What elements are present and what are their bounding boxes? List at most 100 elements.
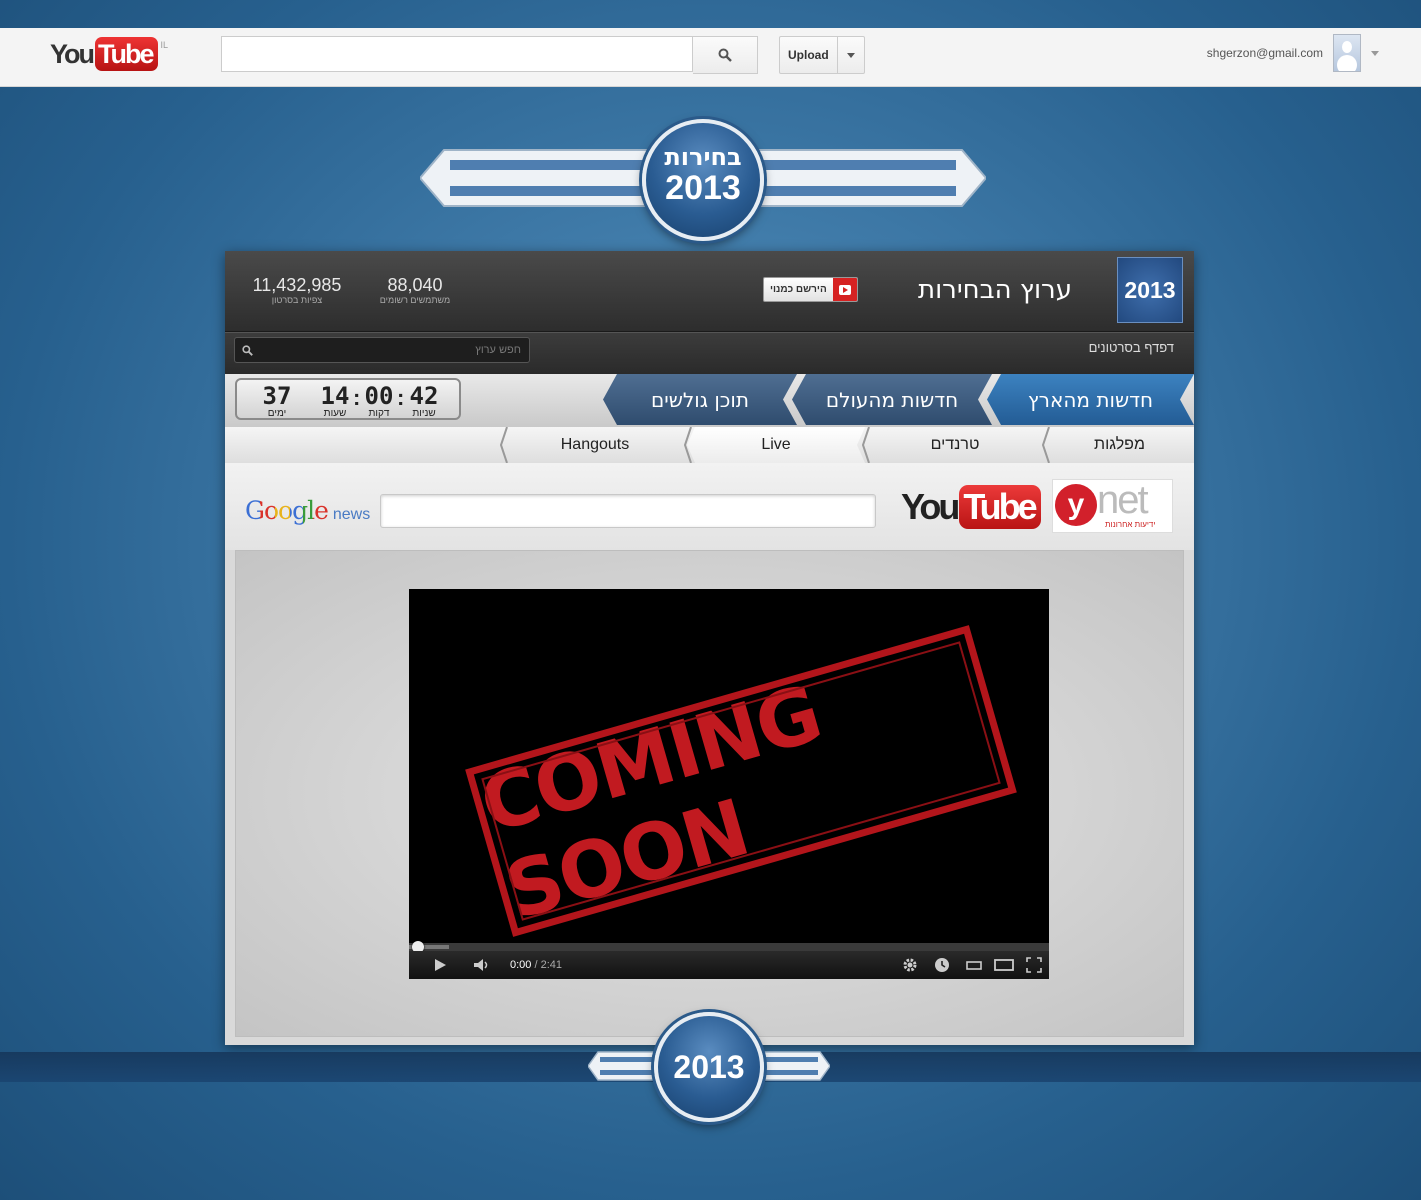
elections-emblem: בחירות 2013 [420, 95, 986, 245]
current-time: 0:00 [510, 959, 532, 971]
google-wordmark: Google [245, 496, 329, 525]
main-nav: 37 ימים 14 שעות : 00 דקות : 42 שניות חדש… [225, 374, 1194, 427]
volume-icon [474, 959, 488, 971]
countdown-seconds-label: שניות [412, 408, 436, 419]
browse-videos-link[interactable]: דפדף בסרטונים [1089, 340, 1174, 355]
tab-local-news[interactable]: חדשות מהארץ [987, 374, 1194, 425]
search-button[interactable] [693, 36, 758, 74]
subscribers-count: 88,040 [387, 275, 443, 295]
upload-button-group: Upload [779, 36, 865, 74]
player-controls: 0:00 / 2:41 [409, 951, 1049, 979]
progress-bar[interactable] [409, 941, 1049, 953]
countdown-days: 37 ימים [257, 383, 297, 419]
video-player[interactable]: COMING SOON 0:00 / 2:41 [409, 589, 1049, 979]
countdown-minutes-label: דקות [368, 408, 390, 419]
small-player-icon [966, 961, 982, 970]
logo-tube: Tube [95, 37, 158, 71]
youtube-partner-you: You [901, 486, 960, 527]
countdown-hours-value: 14 [320, 382, 350, 410]
subscribe-button[interactable]: הירשם כמנוי [763, 277, 858, 302]
countdown-days-value: 37 [262, 382, 292, 410]
volume-button[interactable] [467, 951, 497, 979]
sub-nav: מפלגות טרנדים Live Hangouts [225, 427, 1194, 465]
ynet-logo[interactable]: y net ידיעות אחרונות [1052, 478, 1173, 533]
countdown-seconds: 42 שניות [405, 383, 443, 419]
countdown-colon: : [397, 385, 405, 410]
subtab-live[interactable]: Live [687, 427, 865, 463]
channel-title: ערוץ הבחירות [918, 275, 1072, 305]
views-count: 11,432,985 [252, 275, 342, 295]
channel-thumbnail[interactable]: 2013 [1117, 257, 1183, 323]
tab-separator [499, 427, 508, 463]
emblem-medal: בחירות 2013 [642, 119, 764, 241]
chevron-down-icon [846, 52, 855, 58]
large-player-icon [994, 959, 1014, 971]
subtab-trends[interactable]: טרנדים [865, 427, 1045, 463]
views-stat: 11,432,985 צפיות בסרטון [251, 275, 343, 305]
browse-bar: חפש ערוץ דפדף בסרטונים [225, 332, 1194, 375]
ribbon-right [746, 149, 986, 207]
settings-button[interactable] [895, 951, 925, 979]
election-countdown: 37 ימים 14 שעות : 00 דקות : 42 שניות [235, 378, 461, 420]
ynet-net: net [1097, 478, 1149, 522]
countdown-minutes-value: 00 [364, 382, 394, 410]
video-stage: COMING SOON 0:00 / 2:41 [235, 550, 1184, 1037]
subscribers-stat: 88,040 משתמשים רשומים [375, 275, 455, 305]
coming-soon-stamp: COMING SOON [465, 625, 1017, 938]
emblem-year: 2013 [665, 169, 741, 207]
account-menu[interactable]: shgerzon@gmail.com [1207, 34, 1379, 72]
ynet-tagline: ידיעות אחרונות [1105, 520, 1156, 529]
tab-separator [683, 427, 692, 463]
fullscreen-button[interactable] [1019, 951, 1049, 979]
tab-user-content[interactable]: תוכן גולשים [603, 374, 797, 425]
emblem-title: בחירות [664, 143, 742, 171]
subtab-hangouts[interactable]: Hangouts [503, 427, 687, 463]
logo-region: IL [160, 40, 169, 50]
play-button[interactable] [425, 951, 455, 979]
search-input[interactable] [221, 36, 693, 72]
partner-search-input[interactable] [380, 494, 876, 528]
youtube-play-icon [832, 278, 857, 301]
gear-icon [903, 958, 917, 972]
youtube-partner-tube: Tube [959, 485, 1041, 529]
masthead: You Tube IL Upload shgerzon@gmail.com [0, 28, 1421, 87]
subtab-parties[interactable]: מפלגות [1045, 427, 1194, 463]
google-news-logo[interactable]: Google news [245, 496, 370, 525]
search-icon[interactable] [235, 344, 259, 356]
channel-panel: 11,432,985 צפיות בסרטון 88,040 משתמשים ר… [225, 251, 1194, 1045]
chevron-down-icon[interactable] [1371, 50, 1379, 56]
play-icon [435, 959, 446, 971]
countdown-days-label: ימים [267, 408, 287, 419]
youtube-partner-logo[interactable]: You Tube [901, 485, 1041, 529]
tab-world-news[interactable]: חדשות מהעולם [792, 374, 992, 425]
account-email: shgerzon@gmail.com [1206, 46, 1323, 60]
countdown-seconds-value: 42 [409, 382, 439, 410]
time-display: 0:00 / 2:41 [510, 959, 562, 971]
search-bar [221, 36, 758, 74]
footer-emblem: 2013 [588, 1010, 830, 1125]
fullscreen-icon [1026, 957, 1042, 973]
large-player-button[interactable] [989, 951, 1019, 979]
youtube-logo[interactable]: You Tube IL [50, 37, 168, 71]
watch-later-button[interactable] [927, 951, 957, 979]
google-news-label: news [332, 506, 371, 523]
upload-dropdown[interactable] [838, 37, 864, 73]
channel-search-placeholder: חפש ערוץ [475, 344, 521, 356]
logo-you: You [50, 39, 95, 69]
search-icon [718, 48, 732, 62]
small-player-button[interactable] [959, 951, 989, 979]
channel-search[interactable]: חפש ערוץ [234, 337, 530, 363]
subscribe-label: הירשם כמנוי [770, 284, 827, 295]
ribbon-left [420, 149, 660, 207]
avatar[interactable] [1333, 34, 1361, 72]
clock-icon [935, 958, 949, 972]
footer-medal: 2013 [654, 1012, 764, 1122]
channel-header: 11,432,985 צפיות בסרטון 88,040 משתמשים ר… [225, 251, 1194, 332]
countdown-hours-label: שעות [323, 408, 347, 419]
upload-button[interactable]: Upload [780, 37, 838, 73]
subscribers-caption: משתמשים רשומים [379, 295, 451, 305]
ynet-y: y [1055, 484, 1097, 526]
tab-separator [1041, 427, 1050, 463]
views-caption: צפיות בסרטון [271, 295, 323, 305]
partners-bar: Google news You Tube y net ידיעות אחרונות [225, 463, 1194, 550]
